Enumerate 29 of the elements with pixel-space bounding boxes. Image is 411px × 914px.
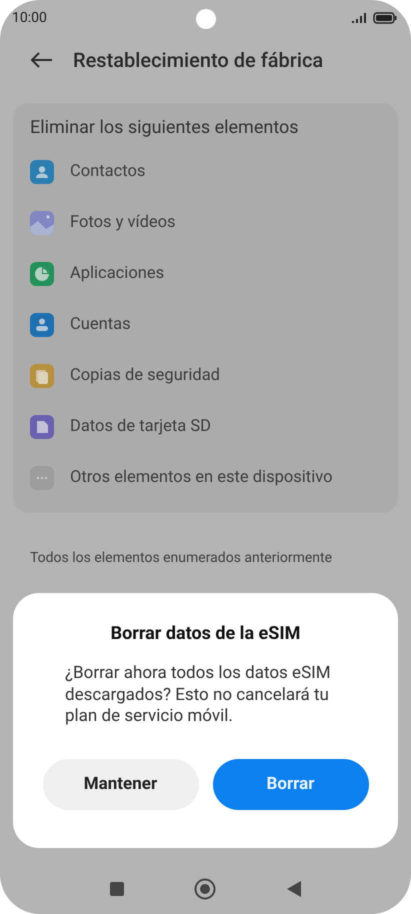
signal-icon <box>352 13 368 23</box>
warning-text: Todos los elementos enumerados anteriormente <box>30 550 332 566</box>
dots-icon <box>30 466 54 490</box>
recents-icon[interactable] <box>110 882 124 896</box>
image-icon <box>30 210 54 234</box>
keep-button[interactable]: Mantener <box>42 758 198 810</box>
item-label: Aplicaciones <box>70 264 164 283</box>
item-label: Datos de tarjeta SD <box>70 417 211 436</box>
item-label: Otros elementos en este dispositivo <box>70 468 332 487</box>
battery-icon <box>373 12 397 24</box>
document-icon <box>30 414 54 438</box>
person-icon <box>30 160 54 184</box>
screen-title: Restablecimiento de fábrica <box>73 48 324 72</box>
back-icon[interactable] <box>30 52 53 68</box>
pie-chart-icon <box>30 262 54 286</box>
dialog-message: ¿Borrar ahora todos los datos eSIM descargados? Esto no cancelará tu plan de servicio móvil. <box>64 663 332 728</box>
delete-button[interactable]: Borrar <box>212 758 368 810</box>
back-icon[interactable] <box>286 881 301 897</box>
home-icon[interactable] <box>194 878 216 900</box>
copies-icon <box>30 364 54 388</box>
item-label: Contactos <box>70 162 146 181</box>
status-time: 10:00 <box>12 10 47 26</box>
person-icon <box>30 312 54 336</box>
item-label: Copias de seguridad <box>70 366 220 385</box>
dialog-title: Borrar datos de la eSIM <box>110 623 300 644</box>
item-label: Fotos y vídeos <box>70 213 176 232</box>
camera-cutout <box>196 9 216 29</box>
item-label: Cuentas <box>70 315 131 334</box>
card-title: Eliminar los siguientes elementos <box>30 117 300 138</box>
